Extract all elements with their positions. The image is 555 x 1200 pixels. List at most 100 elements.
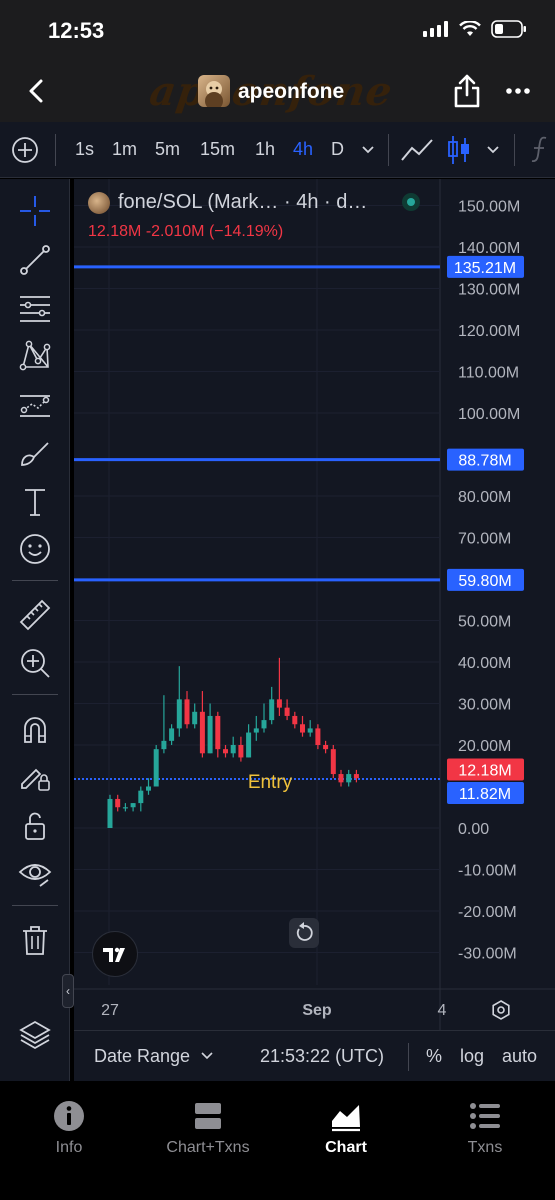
status-time: 12:53 <box>48 18 105 43</box>
tradingview-icon <box>103 947 125 962</box>
tab-label: Info <box>55 1139 83 1156</box>
pattern-tool[interactable] <box>15 336 55 376</box>
reset-chart-button[interactable] <box>289 918 319 948</box>
object-tree-tool[interactable] <box>15 1015 55 1055</box>
status-icons <box>423 20 527 38</box>
candle-body <box>130 803 136 808</box>
chevron-down-icon[interactable] <box>360 144 376 156</box>
timeframe-1s[interactable]: 1s <box>75 139 94 160</box>
fib-retracement-tool[interactable] <box>15 288 55 328</box>
crosshair-tool[interactable] <box>15 191 55 231</box>
magnet-tool[interactable] <box>15 709 55 749</box>
candle-body <box>138 790 144 804</box>
line-chart-type-icon[interactable] <box>400 136 434 164</box>
horizontal-line-price-label: 135.21M <box>454 260 516 277</box>
forecast-tool[interactable] <box>15 385 55 425</box>
collapse-toolbar-button[interactable]: ‹ <box>62 974 74 1008</box>
brush-tool[interactable] <box>15 434 55 474</box>
chart-legend[interactable]: fone/SOL (Mark… · 4h · d… <box>88 191 367 214</box>
price-axis-label: 100.00M <box>458 406 520 423</box>
text-icon <box>25 489 45 516</box>
back-button[interactable] <box>22 76 52 106</box>
horizontal-lines-icon <box>20 296 50 322</box>
price-axis-label: 140.00M <box>458 240 520 257</box>
chevron-down-icon[interactable] <box>200 1051 214 1061</box>
page-title: apeonfone <box>238 80 345 103</box>
price-axis-label: 130.00M <box>458 282 520 299</box>
toolbar-divider <box>55 134 56 166</box>
tab-label: Chart+Txns <box>166 1139 250 1156</box>
price-axis-label: 30.00M <box>458 697 511 714</box>
share-icon[interactable] <box>452 74 482 108</box>
price-axis-label: 0.00 <box>458 821 489 838</box>
price-axis-label: 50.00M <box>458 614 511 631</box>
utc-clock[interactable]: 21:53:22 (UTC) <box>260 1046 384 1067</box>
price-axis-label: 40.00M <box>458 655 511 672</box>
market-status-dot <box>402 193 420 211</box>
zoom-tool[interactable] <box>15 643 55 683</box>
layers-icon <box>19 1020 51 1050</box>
timeframe-15m[interactable]: 15m <box>200 139 235 160</box>
unlock-tool[interactable] <box>15 806 55 846</box>
chart-settings-icon[interactable] <box>490 999 512 1021</box>
tab-txns[interactable]: Txns <box>425 1099 545 1157</box>
timeframe-4h[interactable]: 4h <box>293 139 313 160</box>
trash-icon <box>23 926 47 955</box>
candle-body <box>215 715 221 750</box>
measure-tool[interactable] <box>15 595 55 635</box>
remove-drawings-tool[interactable] <box>15 920 55 960</box>
candle-body <box>346 774 352 783</box>
trend-line-tool[interactable] <box>15 240 55 280</box>
timeframe-1m[interactable]: 1m <box>112 139 137 160</box>
tab-chart[interactable]: Chart <box>286 1099 406 1157</box>
add-symbol-icon[interactable] <box>11 136 39 164</box>
crosshair-icon <box>20 196 50 226</box>
entry-price-label: 11.82M <box>459 786 511 803</box>
tab-info[interactable]: Info <box>9 1099 129 1157</box>
candle-body <box>115 798 121 808</box>
lock-drawings-tool[interactable] <box>15 757 55 797</box>
chevron-down-icon[interactable] <box>485 144 501 156</box>
price-axis-label: 120.00M <box>458 323 520 340</box>
timeframe-5m[interactable]: 5m <box>155 139 180 160</box>
price-axis-label: 110.00M <box>458 365 519 382</box>
pencil-lock-icon <box>21 768 50 791</box>
toolbar-divider <box>408 1043 409 1071</box>
candle-body <box>300 724 305 733</box>
candle-body <box>107 798 113 828</box>
toolbar-divider <box>12 905 58 906</box>
timeframe-1h[interactable]: 1h <box>255 139 275 160</box>
tradingview-logo[interactable] <box>92 931 138 977</box>
price-axis-label: 150.00M <box>458 199 520 216</box>
pattern-icon <box>19 340 51 371</box>
ruler-icon <box>19 599 51 631</box>
drawing-toolbar <box>0 179 70 1081</box>
more-options-icon[interactable] <box>505 80 531 102</box>
candle-body <box>330 749 336 775</box>
candles-chart-type-icon[interactable] <box>446 134 472 166</box>
candle-body <box>292 715 298 725</box>
info-icon <box>54 1101 84 1131</box>
log-scale-toggle[interactable]: log <box>460 1046 484 1067</box>
toolbar-divider <box>12 580 58 581</box>
tab-chart-txns[interactable]: Chart+Txns <box>148 1099 268 1157</box>
timeframe-d[interactable]: D <box>331 139 344 160</box>
visibility-tool[interactable] <box>15 853 55 893</box>
token-avatar <box>198 75 230 107</box>
wifi-icon <box>459 21 481 36</box>
date-range-button[interactable]: Date Range <box>94 1046 190 1067</box>
tab-label: Txns <box>467 1139 503 1156</box>
indicators-icon[interactable] <box>528 134 554 166</box>
last-price-label: 12.18M <box>458 762 511 779</box>
price-axis-label: -10.00M <box>458 863 517 880</box>
time-axis-label: 27 <box>101 1002 119 1019</box>
battery-icon <box>491 20 526 38</box>
auto-scale-toggle[interactable]: auto <box>502 1046 537 1067</box>
percent-scale-toggle[interactable]: % <box>426 1046 442 1067</box>
price-chart[interactable]: Entry 150.00M 140.00M 130.00M 120.00M 110.00… <box>74 179 555 1030</box>
chart-panel[interactable]: Entry 150.00M 140.00M 130.00M 120.00M 110.00… <box>74 179 555 1081</box>
eye-icon <box>18 864 52 887</box>
candle-body <box>176 699 182 729</box>
emoji-tool[interactable] <box>15 529 55 569</box>
text-tool[interactable] <box>15 482 55 522</box>
